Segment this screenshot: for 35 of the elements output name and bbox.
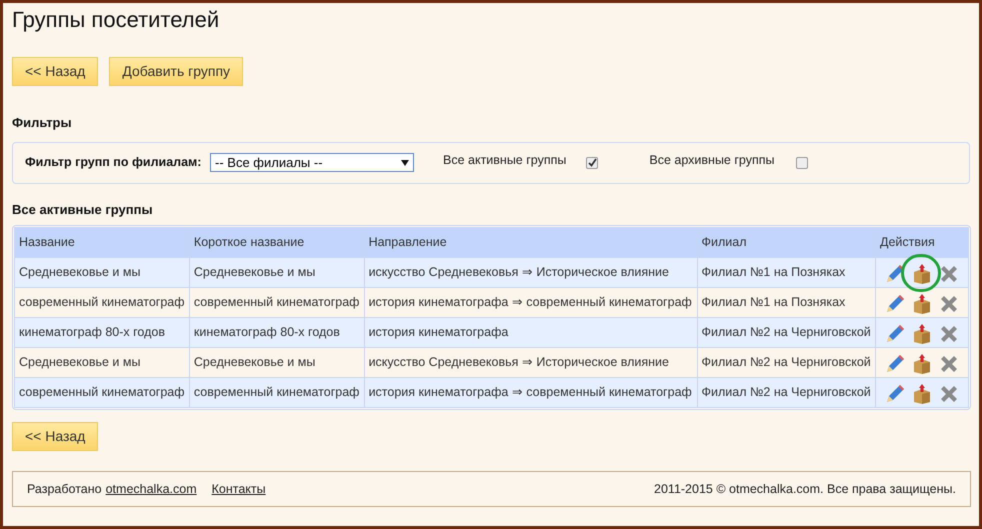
checkbox-label: Все архивные группы (649, 152, 774, 170)
column-header: Короткое название (189, 228, 364, 258)
box-icon[interactable] (912, 323, 932, 345)
back-button[interactable]: << Назад (12, 422, 98, 451)
box-icon[interactable] (912, 353, 932, 375)
pencil-icon[interactable] (884, 293, 906, 315)
pencil-icon[interactable] (884, 323, 906, 345)
box-icon[interactable] (912, 263, 932, 285)
pencil-icon[interactable] (884, 353, 906, 375)
table-cell: Филиал №2 на Черниговской (697, 378, 876, 408)
checkbox[interactable] (586, 156, 598, 168)
box-icon[interactable] (912, 293, 932, 315)
table-cell: современный кинематограф (14, 378, 190, 408)
section-heading: Все активные группы (12, 200, 154, 219)
column-header: Направление (364, 228, 697, 258)
copyright-text: 2011-2015 © otmechalka.com. Все права защищены. (654, 480, 956, 498)
branch-select[interactable]: -- Все филиалы -- (210, 153, 414, 172)
column-header: Название (14, 228, 190, 258)
box-icon[interactable] (912, 383, 932, 405)
table-cell: история кинематографа ⇒ современный кинематограф (364, 378, 697, 408)
page-title: Группы посетителей (12, 6, 220, 34)
add-group-button[interactable]: Добавить группу (109, 57, 244, 86)
dropdown-arrow-icon (401, 160, 409, 166)
checkbox[interactable] (796, 156, 808, 168)
checkbox-label: Все активные группы (443, 152, 566, 170)
filter-label: Фильтр групп по филиалам: (25, 154, 202, 172)
contacts-link[interactable]: Контакты (212, 480, 266, 498)
back-button[interactable]: << Назад (12, 57, 98, 86)
section-heading: Фильтры (12, 114, 73, 132)
table-cell: современный кинематограф (189, 378, 364, 408)
column-header: Действия (876, 228, 968, 258)
site-link[interactable]: otmechalka.com (106, 480, 197, 498)
footer-text: Разработано (27, 480, 102, 498)
column-header: Филиал (697, 228, 876, 258)
pencil-icon[interactable] (884, 383, 906, 405)
